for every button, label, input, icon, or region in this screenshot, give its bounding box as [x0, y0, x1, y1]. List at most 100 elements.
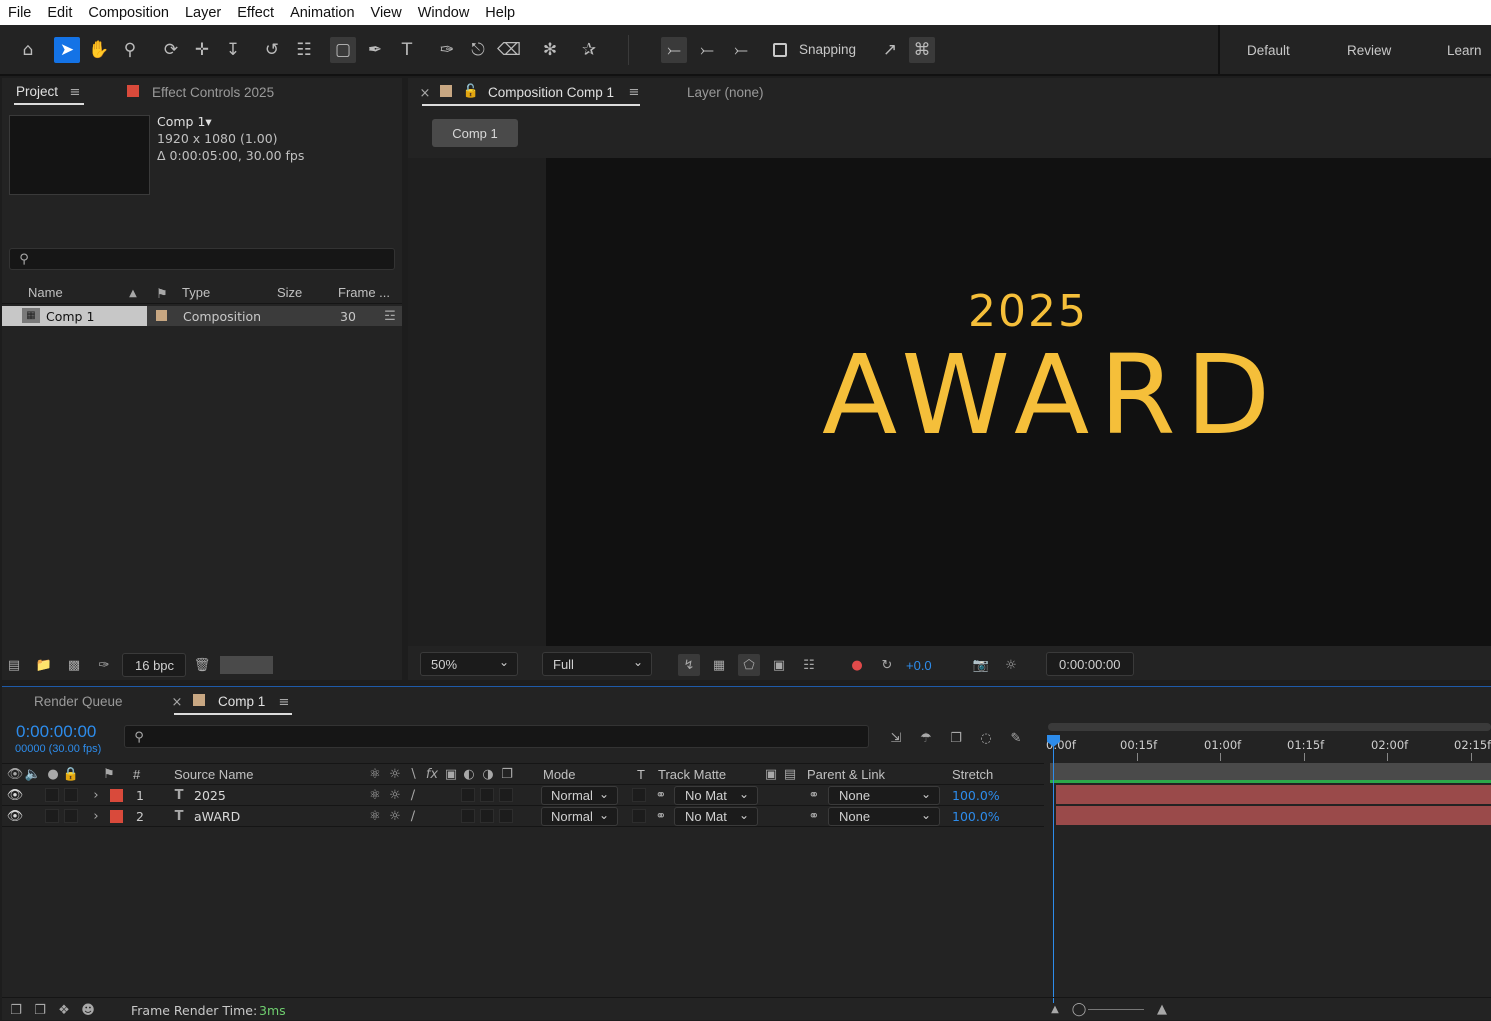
zoom-in-icon[interactable]: ▲: [1152, 1002, 1172, 1017]
work-area-bar[interactable]: [1048, 723, 1491, 731]
menu-animation[interactable]: Animation: [282, 5, 362, 21]
track-matte-dropdown[interactable]: No Mat ⌄: [674, 786, 758, 805]
menu-window[interactable]: Window: [410, 5, 478, 21]
column-type[interactable]: Type: [182, 285, 210, 300]
transfer-controls-icon[interactable]: ❐: [32, 1002, 48, 1018]
solo-checkbox[interactable]: [45, 788, 59, 802]
label-tag-icon[interactable]: ⚑: [102, 767, 116, 782]
zoom-out-icon[interactable]: ▲: [1048, 1002, 1062, 1016]
reset-exposure-icon[interactable]: ↻: [876, 654, 898, 676]
eraser-tool-icon[interactable]: ⌫: [496, 37, 522, 63]
motion-blur-checkbox[interactable]: [461, 788, 475, 802]
project-item-row[interactable]: ▦ Comp 1 Composition 30 ☲: [2, 306, 402, 326]
lock-icon[interactable]: 🔓: [463, 83, 479, 99]
column-source-name[interactable]: Source Name: [174, 767, 253, 782]
adjustment-layer-icon[interactable]: ◑: [481, 767, 495, 782]
selection-tool-icon[interactable]: ➤: [54, 37, 80, 63]
menu-composition[interactable]: Composition: [80, 5, 177, 21]
solo-checkbox[interactable]: [45, 809, 59, 823]
tab-timeline-comp[interactable]: Comp 1: [218, 694, 265, 709]
menu-layer[interactable]: Layer: [177, 5, 229, 21]
render-time-icon[interactable]: ☻: [80, 1002, 96, 1018]
sort-ascending-icon[interactable]: ▲: [126, 286, 140, 300]
quality-switch-icon[interactable]: ∕: [406, 788, 420, 803]
pickwhip-icon[interactable]: ⚭: [654, 809, 668, 824]
label-tag-icon[interactable]: ⚑: [154, 286, 170, 302]
column-stretch[interactable]: Stretch: [952, 767, 993, 782]
workspace-review[interactable]: Review: [1347, 43, 1391, 58]
parent-dropdown[interactable]: None ⌄: [828, 807, 940, 826]
comp-canvas[interactable]: 2025 AWARD: [546, 158, 1491, 646]
color-channels-icon[interactable]: ●: [846, 654, 868, 676]
eye-icon[interactable]: 👁: [7, 809, 24, 824]
solo-icon[interactable]: ●: [46, 767, 60, 782]
quality-switch-icon[interactable]: ∕: [406, 809, 420, 824]
column-preserve-transparency[interactable]: T: [637, 767, 645, 782]
mask-visibility-icon[interactable]: ⬠: [738, 654, 760, 676]
snapshot-camera-icon[interactable]: 📷: [970, 654, 992, 676]
dolly-tool-icon[interactable]: ↧: [220, 37, 246, 63]
menu-edit[interactable]: Edit: [39, 5, 80, 21]
rectangle-tool-icon[interactable]: ▢: [330, 37, 356, 63]
new-folder-icon[interactable]: 📁: [34, 656, 54, 674]
collapse-switch-icon[interactable]: ☼: [388, 767, 402, 782]
resolution-dropdown[interactable]: Full ⌄: [542, 652, 652, 676]
new-composition-icon[interactable]: ▩: [64, 656, 84, 674]
motion-blur-icon[interactable]: ◌: [976, 728, 996, 748]
tab-effect-controls[interactable]: Effect Controls 2025: [152, 85, 274, 100]
menu-view[interactable]: View: [363, 5, 410, 21]
fast-previews-icon[interactable]: ↯: [678, 654, 700, 676]
type-tool-icon[interactable]: T: [394, 37, 420, 63]
snapping-checkbox[interactable]: [773, 43, 787, 57]
chevron-right-icon[interactable]: ›: [89, 809, 103, 824]
tab-composition[interactable]: Composition Comp 1: [488, 85, 614, 100]
lock-icon[interactable]: 🔒: [63, 767, 79, 782]
column-mode[interactable]: Mode: [543, 767, 576, 782]
time-ruler[interactable]: 0:00f 00:15f 01:00f 01:15f 02:00f 02:15f: [1044, 731, 1491, 761]
menu-help[interactable]: Help: [477, 5, 523, 21]
pickwhip-icon[interactable]: ⚭: [654, 788, 668, 803]
rotate-tool-icon[interactable]: ↺: [259, 37, 285, 63]
3d-checkbox[interactable]: [499, 809, 513, 823]
in-out-duration-icon[interactable]: ❖: [56, 1002, 72, 1018]
close-tab-icon[interactable]: ×: [170, 695, 184, 710]
tab-layer[interactable]: Layer (none): [687, 85, 764, 100]
zoom-slider-handle[interactable]: ◯: [1072, 1002, 1087, 1017]
hide-shy-layers-icon[interactable]: ❐: [946, 728, 966, 748]
matte-alpha-icon[interactable]: ▣: [763, 767, 779, 782]
layer-duration-bar[interactable]: [1056, 785, 1491, 804]
zoom-slider-track[interactable]: [1088, 1009, 1144, 1010]
track-matte-dropdown[interactable]: No Mat ⌄: [674, 807, 758, 826]
layer-name[interactable]: 2025: [194, 788, 226, 803]
chevron-right-icon[interactable]: ›: [89, 788, 103, 803]
project-search-input[interactable]: ⚲: [9, 248, 395, 270]
region-of-interest-icon[interactable]: ▣: [768, 654, 790, 676]
panel-menu-icon[interactable]: ≡: [627, 85, 641, 100]
timeline-search-input[interactable]: ⚲: [124, 725, 869, 748]
blend-mode-dropdown[interactable]: Normal ⌄: [541, 786, 618, 805]
stretch-value[interactable]: 100.0%: [952, 788, 1000, 803]
blend-mode-dropdown[interactable]: Normal ⌄: [541, 807, 618, 826]
workspace-default[interactable]: Default: [1247, 43, 1290, 58]
current-time[interactable]: 0:00:00:00: [16, 722, 96, 742]
tab-render-queue[interactable]: Render Queue: [34, 694, 123, 709]
puppet-tool-icon[interactable]: ✰: [576, 37, 602, 63]
draft-3d-icon[interactable]: ☂: [916, 728, 936, 748]
eye-icon[interactable]: 👁: [7, 767, 24, 782]
composition-mini-flowchart-icon[interactable]: ⇲: [886, 728, 906, 748]
motion-blur-switch-icon[interactable]: ◐: [462, 767, 476, 782]
axis-view-icon[interactable]: ⤚: [728, 37, 754, 63]
axis-world-icon[interactable]: ⤚: [694, 37, 720, 63]
hand-tool-icon[interactable]: ✋: [86, 37, 112, 63]
eye-icon[interactable]: 👁: [7, 788, 24, 803]
interpret-footage-icon[interactable]: ▤: [4, 656, 24, 674]
shy-switch-icon[interactable]: ⚛: [368, 767, 382, 782]
flowchart-icon[interactable]: ☲: [382, 308, 398, 324]
collapse-switch-icon[interactable]: ☼: [388, 809, 402, 824]
audio-icon[interactable]: 🔈: [25, 767, 41, 782]
preserve-transparency-checkbox[interactable]: [632, 788, 646, 802]
comp-name[interactable]: Comp 1▾: [157, 114, 212, 129]
layer-switches-icon[interactable]: ❐: [8, 1002, 24, 1018]
parent-dropdown[interactable]: None ⌄: [828, 786, 940, 805]
adjustment-checkbox[interactable]: [480, 809, 494, 823]
